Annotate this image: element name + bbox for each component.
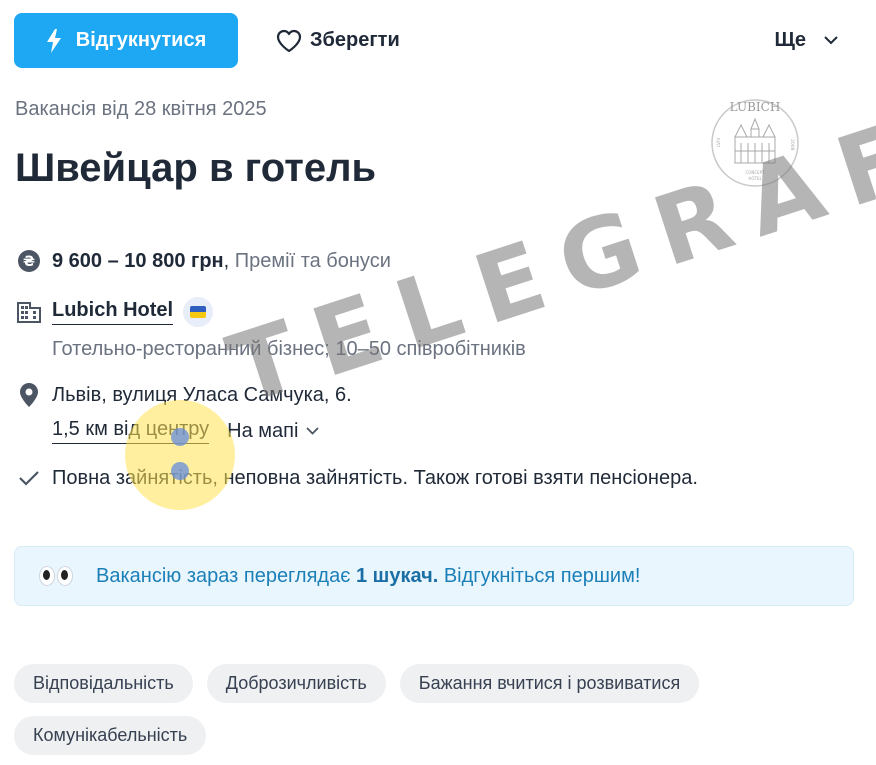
salary-row: ₴ 9 600 – 10 800 грн, Премії та бонуси [17, 249, 391, 273]
chevron-down-icon [824, 36, 838, 45]
logo-name: LUBICH [730, 100, 781, 114]
save-button[interactable]: Зберегти [276, 13, 400, 68]
more-button-label: Ще [774, 29, 806, 51]
bonus-text: Премії та бонуси [234, 249, 391, 272]
employment-row: Повна зайнятість, неповна зайнятість. Та… [17, 466, 698, 490]
company-link[interactable]: Lubich Hotel [52, 299, 174, 325]
hryvnia-icon: ₴ [17, 249, 41, 273]
skill-tag: Комунікабельність [14, 716, 207, 755]
checkmark-icon [17, 466, 41, 490]
chevron-down-icon [306, 427, 320, 435]
notice-count: 1 шукач. [355, 564, 439, 587]
notice-text: Вакансію зараз переглядає 1 шукач. Відгу… [96, 565, 640, 588]
notice-suffix: Відгукніться першим! [438, 564, 641, 587]
logo-left-text: LVIV [716, 137, 722, 147]
building-icon [17, 300, 41, 324]
heart-icon [276, 29, 302, 52]
vacancy-title: Швейцар в готель [15, 146, 377, 190]
toolbar: Відгукнутися Зберегти Ще [14, 13, 862, 68]
ukraine-flag-icon [190, 306, 207, 318]
skills-tags: Відповідальність Доброзичливість Бажання… [14, 664, 774, 755]
map-toggle-label: На мапі [227, 419, 299, 442]
salary-separator: , [223, 249, 235, 272]
vacancy-date: Вакансія від 28 квітня 2025 [15, 98, 267, 120]
map-pin-icon [17, 383, 41, 407]
apply-button[interactable]: Відгукнутися [14, 13, 238, 68]
notice-prefix: Вакансію зараз переглядає [96, 564, 356, 587]
save-button-label: Зберегти [310, 29, 400, 51]
watermark-circle [125, 400, 235, 510]
lightning-icon [46, 28, 61, 53]
more-button[interactable]: Ще [774, 13, 838, 68]
svg-text:₴: ₴ [23, 254, 35, 270]
company-row: Lubich Hotel [17, 297, 214, 327]
skill-tag: Бажання вчитися і розвиватися [399, 664, 700, 703]
apply-button-label: Відгукнутися [75, 29, 207, 51]
eyes-icon [39, 566, 73, 586]
viewers-notice: Вакансію зараз переглядає 1 шукач. Відгу… [14, 546, 854, 606]
skill-tag: Відповідальність [14, 664, 193, 703]
ukraine-flag-badge [183, 297, 214, 327]
map-toggle[interactable]: На мапі [227, 419, 320, 443]
skill-tag: Доброзичливість [206, 664, 386, 703]
salary-amount: 9 600 – 10 800 грн [52, 249, 224, 272]
